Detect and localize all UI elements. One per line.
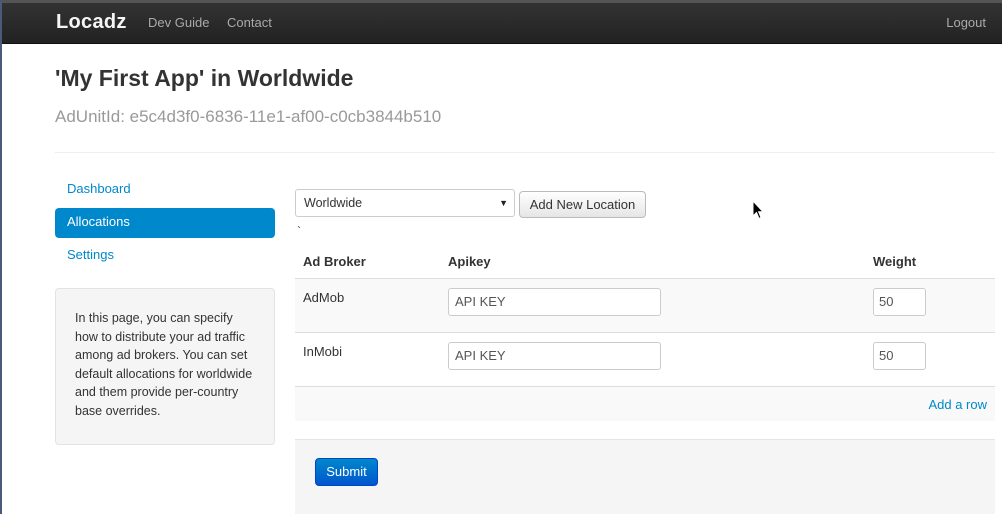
mouse-cursor-icon [752,200,764,220]
sidebar-nav: Dashboard Allocations Settings [55,175,275,274]
broker-name: InMobi [303,344,343,359]
column-header-apikey: Apikey [448,254,491,269]
help-panel: In this page, you can specify how to dis… [55,288,275,445]
table-row: AdMob API KEY 50 [295,278,995,332]
sidebar-item-allocations[interactable]: Allocations [55,208,275,238]
column-header-weight: Weight [873,254,917,269]
chevron-down-icon: ▼ [499,198,508,208]
form-actions: Submit [295,439,995,514]
apikey-field[interactable]: API KEY [448,342,661,370]
sidebar-item-settings[interactable]: Settings [55,241,275,271]
nav-dev-guide[interactable]: Dev Guide [148,15,209,30]
stray-mark: ` [297,224,301,238]
broker-name: AdMob [303,290,345,305]
header-divider [55,152,995,153]
table-row: InMobi API KEY 50 [295,332,995,386]
nav-contact[interactable]: Contact [227,15,272,30]
column-header-ad-broker: Ad Broker [303,254,366,269]
ad-unit-id: AdUnitId: e5c4d3f0-6836-11e1-af00-c0cb38… [55,107,442,126]
window-left-edge [0,0,2,514]
apikey-field[interactable]: API KEY [448,288,661,316]
page-title: 'My First App' in Worldwide [55,65,354,91]
submit-button[interactable]: Submit [315,458,378,486]
weight-field[interactable]: 50 [873,288,926,316]
weight-field[interactable]: 50 [873,342,926,370]
location-select-value: Worldwide [304,196,363,210]
location-select[interactable]: Worldwide ▼ [295,189,515,217]
add-new-location-button[interactable]: Add New Location [519,191,646,218]
logout-link[interactable]: Logout [946,15,986,30]
add-row-link[interactable]: Add a row [928,397,987,412]
add-row-bar: Add a row [295,386,995,421]
top-navbar: Locadz Dev Guide Contact Logout [2,3,1002,44]
brand-logo[interactable]: Locadz [56,11,127,34]
sidebar-item-dashboard[interactable]: Dashboard [55,175,275,205]
